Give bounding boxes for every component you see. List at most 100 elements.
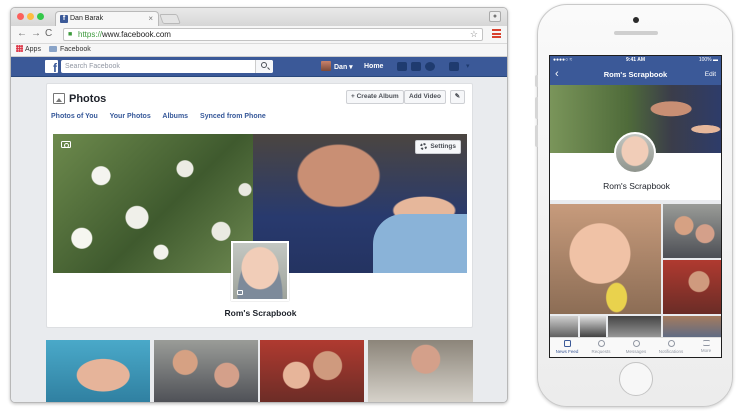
friend-requests-icon[interactable] [397,62,407,71]
more-menu-icon [702,340,710,346]
bookmark-star-icon[interactable]: ☆ [470,28,478,40]
photo-thumbnail[interactable] [580,316,606,338]
new-tab-button[interactable] [159,14,181,24]
messages-icon[interactable] [411,62,421,71]
edit-pencil-icon[interactable]: ✎ [450,90,465,104]
globe-icon [667,340,675,347]
mobile-album-title: Rom's Scrapbook [603,181,670,191]
page-title: Photos [53,92,106,106]
user-menu[interactable]: Dan ▾ [321,61,353,74]
mobile-album-profile-photo[interactable] [614,132,656,174]
phone-screen: ●●●●○ ≈ 9:41 AM 100% ▬ ‹ Rom's Scrapbook… [549,55,722,358]
battery-indicator: 100% ▬ [698,57,718,63]
photo-thumbnail[interactable] [550,204,661,314]
browser-window: f Dan Barak × ● ← → C ■ https://www.face… [10,7,508,403]
facebook-search-input[interactable]: Search Facebook [61,60,273,73]
tab-your-photos[interactable]: Your Photos [110,113,151,120]
album-title: Rom's Scrapbook [224,308,297,318]
forward-icon[interactable]: → [31,28,41,39]
photo-grid [46,340,473,402]
search-button[interactable] [255,60,273,73]
gear-icon [420,143,428,150]
photo-thumbnail[interactable] [260,340,364,402]
album-profile-image [233,243,287,299]
tab-notifications[interactable]: Notifications [654,340,688,354]
home-button[interactable] [619,362,653,396]
photo-thumbnail[interactable] [550,316,578,338]
tab-requests[interactable]: Requests [584,340,618,354]
photo-thumbnail[interactable] [663,260,721,314]
photo-thumbnail[interactable] [663,316,721,338]
tab-photos-of-you[interactable]: Photos of You [51,113,98,120]
privacy-shortcuts-icon[interactable] [449,62,459,71]
mute-switch [535,75,538,87]
camera-icon[interactable] [237,290,243,295]
address-bar: ← → C ■ https://www.facebook.com ☆ [11,26,507,44]
requests-icon [597,340,605,347]
back-icon[interactable]: ← [17,28,27,39]
photo-thumbnail[interactable] [608,316,661,338]
profile-icon[interactable]: ● [489,11,501,22]
camera-icon[interactable] [61,141,71,148]
create-album-button[interactable]: + Create Album [346,90,404,104]
notifications-icon[interactable] [425,62,435,71]
photo-thumbnail[interactable] [368,340,473,402]
mobile-tab-bar: News Feed Requests Messages Notification… [550,337,721,357]
close-tab-icon[interactable]: × [148,12,153,26]
mobile-page-title: Rom's Scrapbook [603,70,668,79]
photo-thumbnail[interactable] [46,340,150,402]
home-link[interactable]: Home [364,61,383,73]
status-bar: ●●●●○ ≈ 9:41 AM 100% ▬ [550,56,721,65]
tab-title: Dan Barak [70,15,104,22]
volume-up-button [535,97,538,119]
url-scheme: https:// [78,30,103,39]
reload-icon[interactable]: C [45,28,52,39]
tab-albums[interactable]: Albums [162,113,188,120]
bookmarks-bar: Apps Facebook [11,44,507,57]
url-host: www.facebook.com [102,30,171,39]
search-icon [261,62,267,68]
lock-icon: ■ [68,31,73,38]
tab-more[interactable]: More [689,340,721,353]
showcase: f Dan Barak × ● ← → C ■ https://www.face… [0,0,738,411]
browser-tab[interactable]: f Dan Barak × [55,11,159,26]
add-video-button[interactable]: Add Video [404,90,447,104]
tab-news-feed[interactable]: News Feed [550,340,584,354]
apps-grid-icon [16,45,23,52]
news-feed-icon [563,340,571,347]
volume-down-button [535,125,538,147]
speaker-grille [614,31,658,35]
facebook-top-bar: f Search Facebook Dan ▾ Home ▾ [11,57,507,77]
tab-messages[interactable]: Messages [619,340,653,354]
avatar [321,61,331,71]
photos-subnav: Photos of You Your Photos Albums Synced … [51,113,276,120]
facebook-favicon-icon: f [60,15,68,23]
photo-thumbnail[interactable] [154,340,258,402]
browser-menu-icon[interactable] [492,29,501,38]
url-field[interactable]: ■ https://www.facebook.com ☆ [63,28,483,41]
edit-button[interactable]: Edit [705,71,716,78]
photo-thumbnail[interactable] [663,204,721,258]
photos-icon [53,93,65,104]
status-time: 9:41 AM [626,57,645,63]
messages-icon [632,340,640,347]
minimize-window-button[interactable] [27,13,34,20]
mobile-photo-grid [550,204,721,338]
cover-photo-detail [373,214,467,273]
tab-synced-from-phone[interactable]: Synced from Phone [200,113,266,120]
iphone-device: ●●●●○ ≈ 9:41 AM 100% ▬ ‹ Rom's Scrapbook… [535,4,733,407]
close-window-button[interactable] [17,13,24,20]
folder-icon [49,46,57,52]
front-camera [633,17,639,23]
bookmark-apps[interactable]: Apps [16,44,41,56]
facebook-logo-icon[interactable]: f [45,60,58,73]
page-content: Photos + Create Album Add Video ✎ Photos… [11,78,507,402]
bookmark-facebook[interactable]: Facebook [49,44,91,56]
title-bar: f Dan Barak × ● [11,8,507,26]
settings-button[interactable]: Settings [415,140,461,154]
album-profile-photo[interactable] [231,241,289,301]
photos-card: Photos + Create Album Add Video ✎ Photos… [46,83,473,328]
zoom-window-button[interactable] [37,13,44,20]
mobile-nav-bar: ‹ Rom's Scrapbook Edit [550,65,721,85]
account-dropdown-icon[interactable]: ▾ [466,62,472,71]
